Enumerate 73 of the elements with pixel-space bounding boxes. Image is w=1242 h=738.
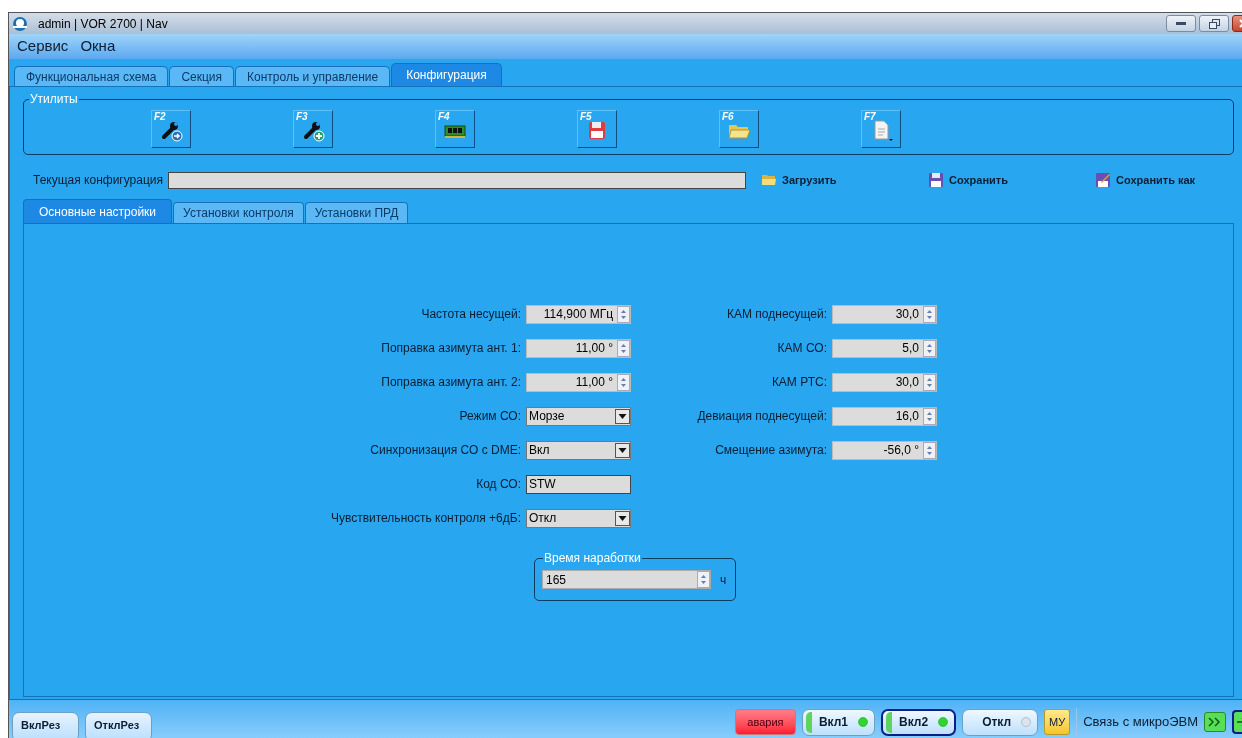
field-label: Девиация поднесущей:: [696, 408, 828, 425]
minimize-button[interactable]: [1166, 15, 1196, 32]
field-label: КАМ РТС:: [770, 374, 828, 391]
dropdown[interactable]: Вкл: [526, 440, 631, 460]
mode-button[interactable]: Откл: [962, 708, 1039, 736]
menu-item[interactable]: Сервис: [17, 35, 69, 58]
tab[interactable]: Установки ПРД: [304, 202, 409, 223]
link-button[interactable]: Сохранить как: [1095, 171, 1196, 189]
mode-button[interactable]: Вкл2: [881, 708, 957, 736]
mode-indicator[interactable]: МУ: [1044, 709, 1071, 735]
tab[interactable]: Конфигурация: [391, 63, 502, 86]
field-label: Поправка азимута ант. 2:: [380, 374, 522, 391]
dropdown[interactable]: Морзе: [526, 406, 631, 426]
spinner-icon: [617, 373, 630, 391]
forward-button[interactable]: [1204, 712, 1226, 732]
spin-field[interactable]: -56,0 °: [832, 440, 937, 460]
spin-field[interactable]: 114,900 МГц: [526, 304, 631, 324]
tab[interactable]: Секция: [169, 66, 235, 86]
spinner-icon: [617, 339, 630, 357]
field-label: КАМ поднесущей:: [726, 306, 828, 323]
minimize-icon: [1176, 21, 1186, 26]
field-label: Режим СО:: [458, 408, 522, 425]
group-title: Утилиты: [29, 92, 79, 106]
spinner-icon: [923, 407, 936, 425]
spin-field[interactable]: 5,0: [832, 338, 937, 358]
spinner-icon: [923, 373, 936, 391]
unit-label: ч: [720, 571, 727, 589]
spin-field[interactable]: 16,0: [832, 406, 937, 426]
spin-field[interactable]: 165: [542, 570, 711, 589]
field-label: Синхронизация СО с DME:: [369, 442, 522, 459]
field-label: Частота несущей:: [420, 306, 522, 323]
floppy-pencil-icon: [1095, 172, 1112, 188]
command-button[interactable]: ВклРез: [12, 712, 79, 738]
link-button[interactable]: Загрузить: [761, 171, 929, 189]
link-button[interactable]: Сохранить: [928, 171, 1096, 189]
spinner-icon: [923, 339, 936, 357]
field-label: Смещение азимута:: [714, 442, 828, 459]
spinner-icon: [697, 571, 710, 588]
double-arrow-icon: [1208, 717, 1222, 727]
tab[interactable]: Функциональная схема: [14, 66, 169, 86]
status-led-icon: [938, 717, 949, 727]
floppy-icon: [928, 172, 945, 188]
alarm-button[interactable]: авария: [734, 709, 796, 735]
mode-button[interactable]: Вкл1: [801, 708, 876, 736]
command-button[interactable]: ОтклРез: [85, 712, 152, 738]
tab[interactable]: Контроль и управление: [235, 66, 391, 86]
dropdown[interactable]: Откл: [526, 508, 631, 528]
folder-icon: [761, 172, 778, 188]
text-field[interactable]: STW: [526, 474, 631, 494]
spin-field[interactable]: 11,00 °: [526, 372, 631, 392]
spin-field[interactable]: 30,0: [832, 372, 937, 392]
spinner-icon: [923, 441, 936, 459]
restore-button[interactable]: [1199, 15, 1229, 32]
field-label: Поправка азимута ант. 1:: [380, 340, 522, 357]
field-label: Текущая конфигурация: [33, 172, 164, 189]
status-label: Связь с микроЭВМ: [1083, 713, 1198, 732]
tab[interactable]: Основные настройки: [23, 199, 173, 223]
menu-item[interactable]: Окна: [80, 35, 116, 58]
field-label: Чувствительность контроля +6дБ:: [329, 510, 522, 527]
spin-field[interactable]: 30,0: [832, 304, 937, 324]
restore-icon: [1208, 18, 1220, 29]
spinner-icon: [617, 305, 630, 323]
spinner-icon: [923, 305, 936, 323]
app-logo-icon: [12, 15, 28, 32]
window-title: admin | VOR 2700 | Nav: [38, 15, 168, 33]
group-title: Время наработки: [543, 550, 642, 567]
tab[interactable]: Установки контроля: [173, 202, 304, 223]
status-led-icon: [1021, 717, 1032, 727]
config-field[interactable]: [168, 171, 747, 189]
field-label: Код СО:: [475, 476, 522, 493]
status-led-icon: [858, 717, 869, 727]
spin-field[interactable]: 11,00 °: [526, 338, 631, 358]
field-label: КАМ СО:: [776, 340, 828, 357]
